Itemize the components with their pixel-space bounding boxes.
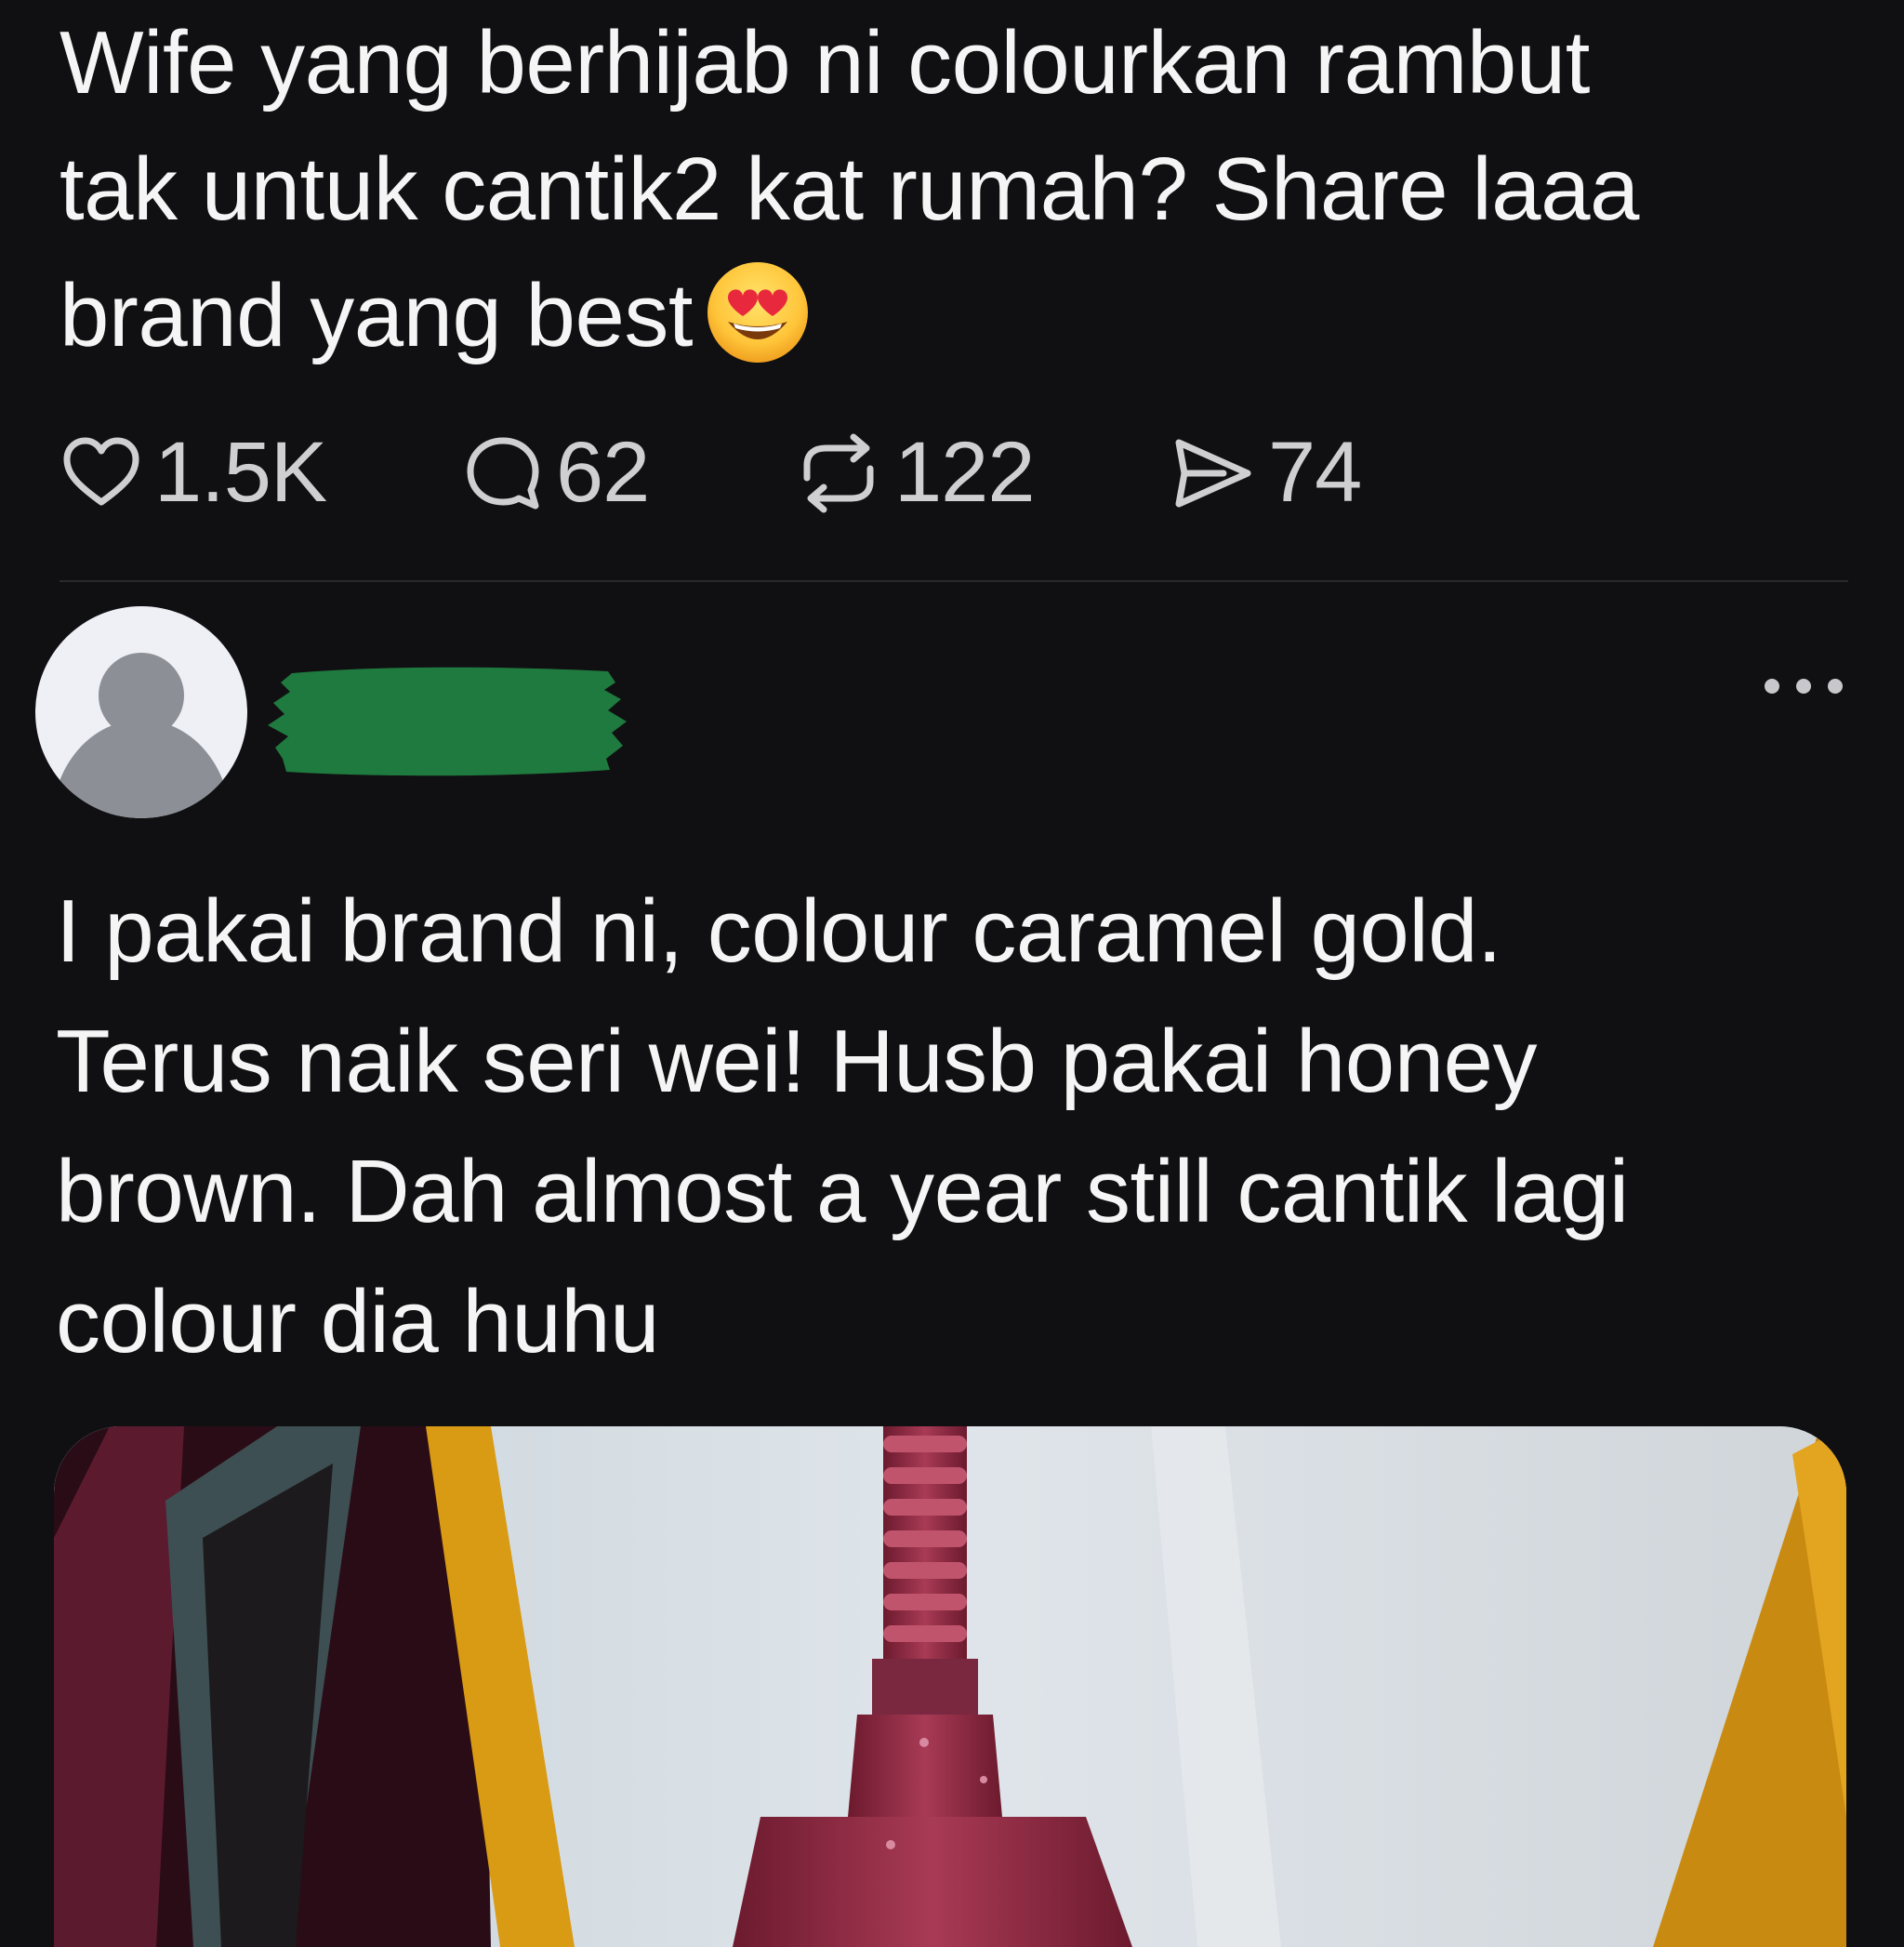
like-button[interactable]: 1.5K xyxy=(60,424,327,522)
reply-count: 62 xyxy=(556,425,650,520)
send-icon xyxy=(1168,431,1257,515)
post-text-line: Wife yang berhijab ni colourkan rambut xyxy=(60,13,1590,113)
more-options-icon[interactable] xyxy=(1763,668,1844,705)
post-text: Wife yang berhijab ni colourkan rambut t… xyxy=(60,0,1854,398)
share-button[interactable]: 74 xyxy=(1168,424,1362,522)
repost-icon xyxy=(794,431,883,515)
post-text-line: tak untuk cantik2 kat rumah? Share laaa xyxy=(60,139,1639,239)
reply-text-line: colour dia huhu xyxy=(56,1272,659,1371)
reply-button[interactable]: 62 xyxy=(461,424,650,522)
divider xyxy=(60,580,1848,582)
heart-eyes-emoji-icon xyxy=(706,260,810,398)
reply-text-line: Terus naik seri wei! Husb pakai honey xyxy=(56,1012,1537,1111)
default-avatar-icon[interactable] xyxy=(35,606,247,818)
like-count: 1.5K xyxy=(154,425,327,520)
post-text-fragment: brand yang best xyxy=(60,266,694,365)
heart-icon xyxy=(60,431,143,515)
reply-text: I pakai brand ni, colour caramel gold. T… xyxy=(56,867,1859,1387)
redacted-username xyxy=(264,662,636,788)
comment-bubble-icon xyxy=(461,431,545,515)
reply-text-line: brown. Dah almost a year still cantik la… xyxy=(56,1142,1629,1241)
repost-count: 122 xyxy=(894,425,1035,520)
share-count: 74 xyxy=(1268,425,1362,520)
repost-button[interactable]: 122 xyxy=(794,424,1035,522)
reply-text-line: I pakai brand ni, colour caramel gold. xyxy=(56,881,1502,981)
attached-photo[interactable] xyxy=(54,1426,1846,1947)
post-text-line: brand yang best xyxy=(60,253,1854,398)
